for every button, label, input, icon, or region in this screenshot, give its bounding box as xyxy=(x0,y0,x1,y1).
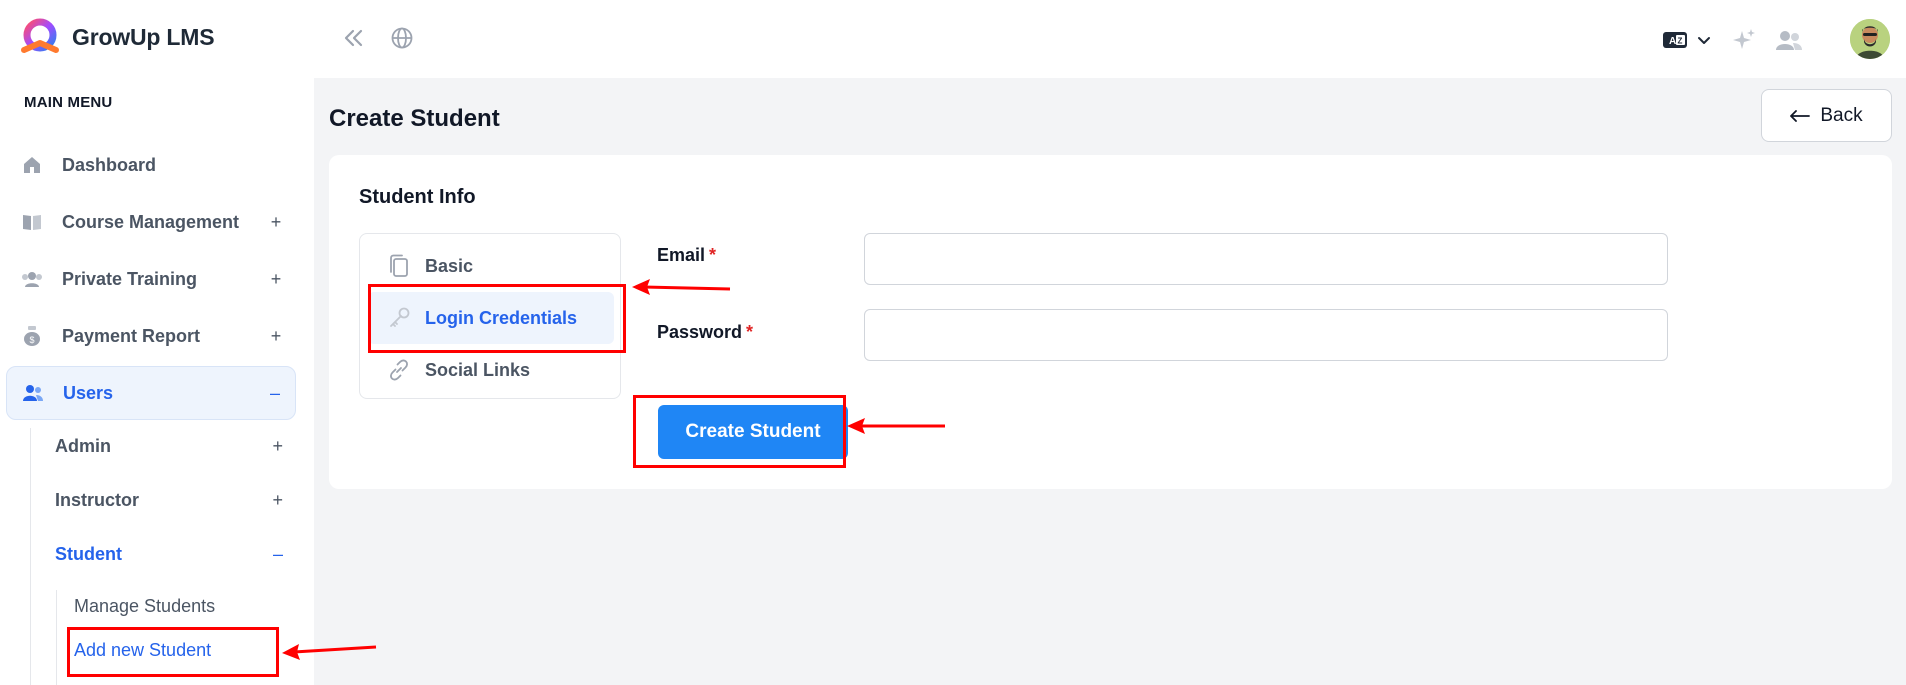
annotation-arrow-icon xyxy=(282,644,377,660)
topbar: AZ xyxy=(314,0,1906,78)
sidebar-item-dashboard[interactable]: Dashboard xyxy=(6,138,296,192)
sparkle-icon[interactable] xyxy=(1730,26,1758,54)
arrow-left-icon xyxy=(1790,109,1811,122)
main-menu-heading: MAIN MENU xyxy=(24,94,113,111)
password-label-text: Password xyxy=(657,322,743,342)
avatar[interactable] xyxy=(1850,19,1890,59)
password-field[interactable] xyxy=(864,309,1668,361)
subitem-label: Student xyxy=(55,543,122,564)
sidebar-link-manage-students[interactable]: Manage Students xyxy=(74,596,215,617)
annotation-arrow-icon xyxy=(847,418,945,434)
expand-toggle: + xyxy=(272,489,283,510)
email-field[interactable] xyxy=(864,233,1668,285)
team-icon xyxy=(21,268,43,290)
sidebar-item-payment-report[interactable]: $ Payment Report + xyxy=(6,309,296,363)
sidebar-subitem-student[interactable]: Student – xyxy=(55,534,291,574)
svg-text:$: $ xyxy=(29,335,34,345)
copy-icon xyxy=(387,254,411,278)
sidebar-item-label: Dashboard xyxy=(62,154,157,175)
expand-toggle: + xyxy=(270,211,282,232)
sidebar-item-users[interactable]: Users – xyxy=(6,366,296,420)
collapse-toggle: – xyxy=(269,382,280,403)
tab-label: Social Links xyxy=(425,359,531,380)
app-name: GrowUp LMS xyxy=(72,23,215,50)
home-icon xyxy=(21,154,43,176)
sidebar-item-label: Course Management xyxy=(62,211,240,232)
page-title: Create Student xyxy=(329,105,500,132)
collapse-toggle: – xyxy=(272,543,283,564)
sidebar-item-label: Users xyxy=(63,382,114,403)
highlight-box-login-credentials xyxy=(368,284,626,353)
highlight-box-add-new-student xyxy=(67,627,279,677)
svg-text:A: A xyxy=(1669,36,1676,47)
users-icon xyxy=(22,382,44,404)
sidebar-item-label: Payment Report xyxy=(62,325,201,346)
globe-icon[interactable] xyxy=(388,24,416,52)
back-button[interactable]: Back xyxy=(1761,89,1892,142)
required-asterisk: * xyxy=(746,322,754,342)
logo-mark-icon xyxy=(21,18,59,53)
submenu-guide-line xyxy=(56,590,57,685)
expand-toggle: + xyxy=(272,435,283,456)
link-icon xyxy=(387,358,411,382)
expand-toggle: + xyxy=(270,268,282,289)
expand-toggle: + xyxy=(270,325,282,346)
highlight-box-create-student xyxy=(633,395,846,468)
submenu-guide-line xyxy=(30,428,31,685)
sidebar: GrowUp LMS MAIN MENU Dashboard Course Ma… xyxy=(0,0,314,685)
tab-label: Basic xyxy=(425,255,474,276)
user-switch-icon[interactable] xyxy=(1774,26,1804,54)
required-asterisk: * xyxy=(709,245,717,265)
back-button-label: Back xyxy=(1820,104,1863,126)
logo[interactable]: GrowUp LMS xyxy=(18,17,215,57)
collapse-sidebar-icon[interactable] xyxy=(340,24,368,52)
subitem-label: Admin xyxy=(55,435,111,456)
card-title: Student Info xyxy=(359,186,476,208)
sidebar-subitem-admin[interactable]: Admin + xyxy=(55,426,291,466)
sidebar-subitem-instructor[interactable]: Instructor + xyxy=(55,480,291,520)
money-bag-icon: $ xyxy=(21,325,43,347)
email-label: Email * xyxy=(657,245,716,266)
sidebar-item-course-management[interactable]: Course Management + xyxy=(6,195,296,249)
language-icon[interactable]: AZ xyxy=(1662,28,1712,52)
sidebar-item-private-training[interactable]: Private Training + xyxy=(6,252,296,306)
subitem-label: Instructor xyxy=(55,489,140,510)
email-label-text: Email xyxy=(657,245,706,265)
svg-text:Z: Z xyxy=(1678,37,1683,46)
book-icon xyxy=(21,211,43,233)
main-content: Create Student Back Student Info Basic L… xyxy=(314,78,1906,685)
password-label: Password * xyxy=(657,322,753,343)
sidebar-item-label: Private Training xyxy=(62,268,198,289)
annotation-arrow-icon xyxy=(632,279,731,295)
